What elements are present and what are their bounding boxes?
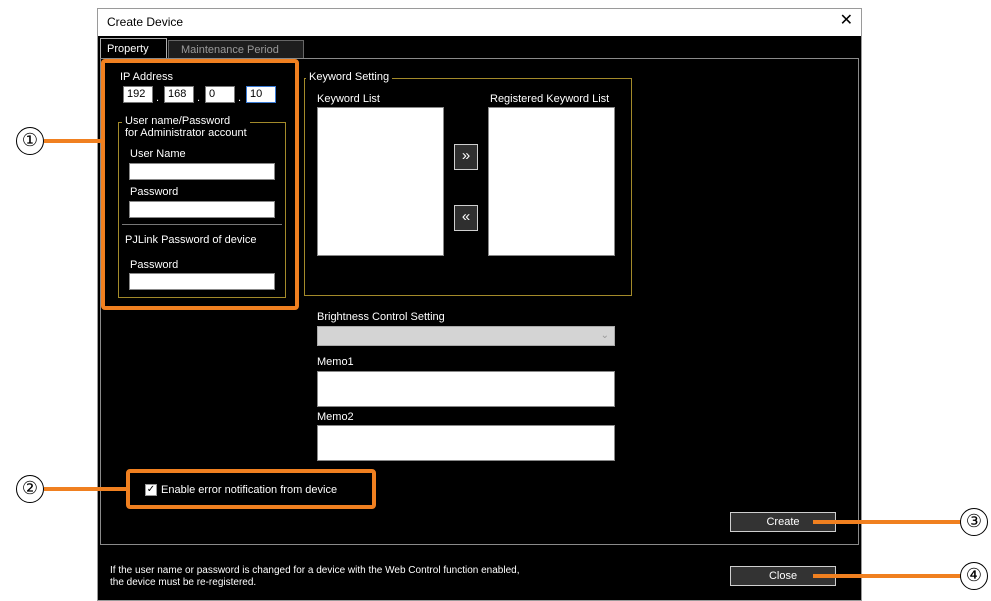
registered-keyword-list-label: Registered Keyword List [490,93,610,105]
title-bar: Create Device ✕ [98,9,861,36]
callout-3-connector [813,520,962,524]
close-window-icon[interactable]: ✕ [840,12,853,30]
tab-property[interactable]: Property [100,38,167,59]
callout-1-connector [44,139,102,143]
callout-1-marker: ① [16,127,44,155]
footer-note: If the user name or password is changed … [110,565,520,589]
callout-3-marker: ③ [960,508,988,536]
brightness-control-select[interactable]: ⌄ [317,326,615,346]
keyword-setting-title: Keyword Setting [306,71,393,83]
window-title: Create Device [107,15,184,29]
registered-keyword-list[interactable] [488,107,615,256]
callout-1-highlight [101,59,299,310]
keyword-list[interactable] [317,107,444,256]
brightness-control-label: Brightness Control Setting [317,311,445,323]
footer-note-line: If the user name or password is changed … [110,565,520,576]
callout-4-connector [813,574,962,578]
callout-4-marker: ④ [960,562,988,590]
chevron-down-icon: ⌄ [600,330,609,341]
tab-maintenance-period[interactable]: Maintenance Period [168,40,304,59]
memo1-textarea[interactable] [317,371,615,407]
add-keyword-button[interactable]: » [454,144,478,170]
callout-2-connector [44,487,127,491]
memo2-label: Memo2 [317,411,354,423]
callout-2-highlight [126,469,376,509]
callout-2-marker: ② [16,475,44,503]
remove-keyword-button[interactable]: « [454,205,478,231]
memo1-label: Memo1 [317,356,354,368]
footer-note-line: the device must be re-registered. [110,577,257,588]
memo2-textarea[interactable] [317,425,615,461]
keyword-list-label: Keyword List [317,93,380,105]
